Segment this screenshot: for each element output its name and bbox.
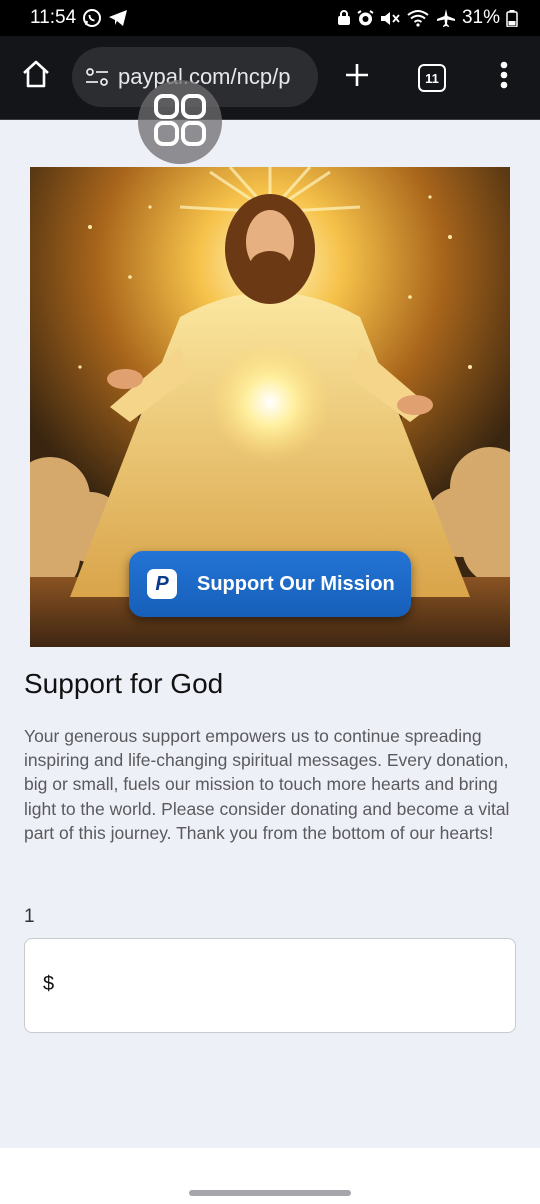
home-icon xyxy=(21,60,51,93)
battery-icon xyxy=(506,9,518,27)
amount-field[interactable]: $ xyxy=(24,938,516,1033)
alarm-icon xyxy=(357,9,374,27)
mute-icon xyxy=(380,10,400,27)
status-bar: 11:54 31% xyxy=(0,0,540,36)
floating-shortcut-bubble[interactable] xyxy=(138,80,222,164)
quantity-value: 1 xyxy=(24,906,35,927)
page-description: Your generous support empowers us to con… xyxy=(24,726,510,843)
url-text[interactable]: paypal.com/ncp/p xyxy=(118,64,290,90)
whatsapp-icon xyxy=(82,8,102,28)
new-tab-button[interactable] xyxy=(340,60,374,94)
status-time: 11:54 xyxy=(30,7,77,28)
more-menu-button[interactable] xyxy=(490,60,518,94)
browser-toolbar: paypal.com/ncp/p 11 xyxy=(0,36,540,120)
currency-symbol: $ xyxy=(43,973,55,995)
lock-icon xyxy=(337,10,351,26)
home-button[interactable] xyxy=(18,58,54,94)
plus-icon xyxy=(344,62,370,93)
battery-percent: 31% xyxy=(461,7,500,28)
telegram-icon xyxy=(108,9,128,27)
status-right: 31% xyxy=(337,7,518,29)
hero-image: P Support Our Mission xyxy=(30,167,510,647)
site-settings-icon[interactable] xyxy=(84,64,110,90)
page-title: Support for God xyxy=(24,668,224,699)
more-vert-icon xyxy=(500,61,508,94)
support-mission-button[interactable]: P Support Our Mission xyxy=(129,551,411,617)
app-grid-icon xyxy=(152,92,208,153)
amount-input[interactable] xyxy=(65,965,489,1007)
tab-switcher-button[interactable]: 11 xyxy=(418,64,446,92)
tab-count: 11 xyxy=(425,70,439,86)
paypal-logo-icon: P xyxy=(147,569,177,599)
airplane-icon xyxy=(436,8,456,28)
wifi-icon xyxy=(406,9,430,27)
gesture-navigation-bar[interactable] xyxy=(189,1190,351,1196)
status-left: 11:54 xyxy=(30,7,128,29)
toolbar-divider xyxy=(0,119,540,120)
support-mission-label: Support Our Mission xyxy=(197,572,395,595)
